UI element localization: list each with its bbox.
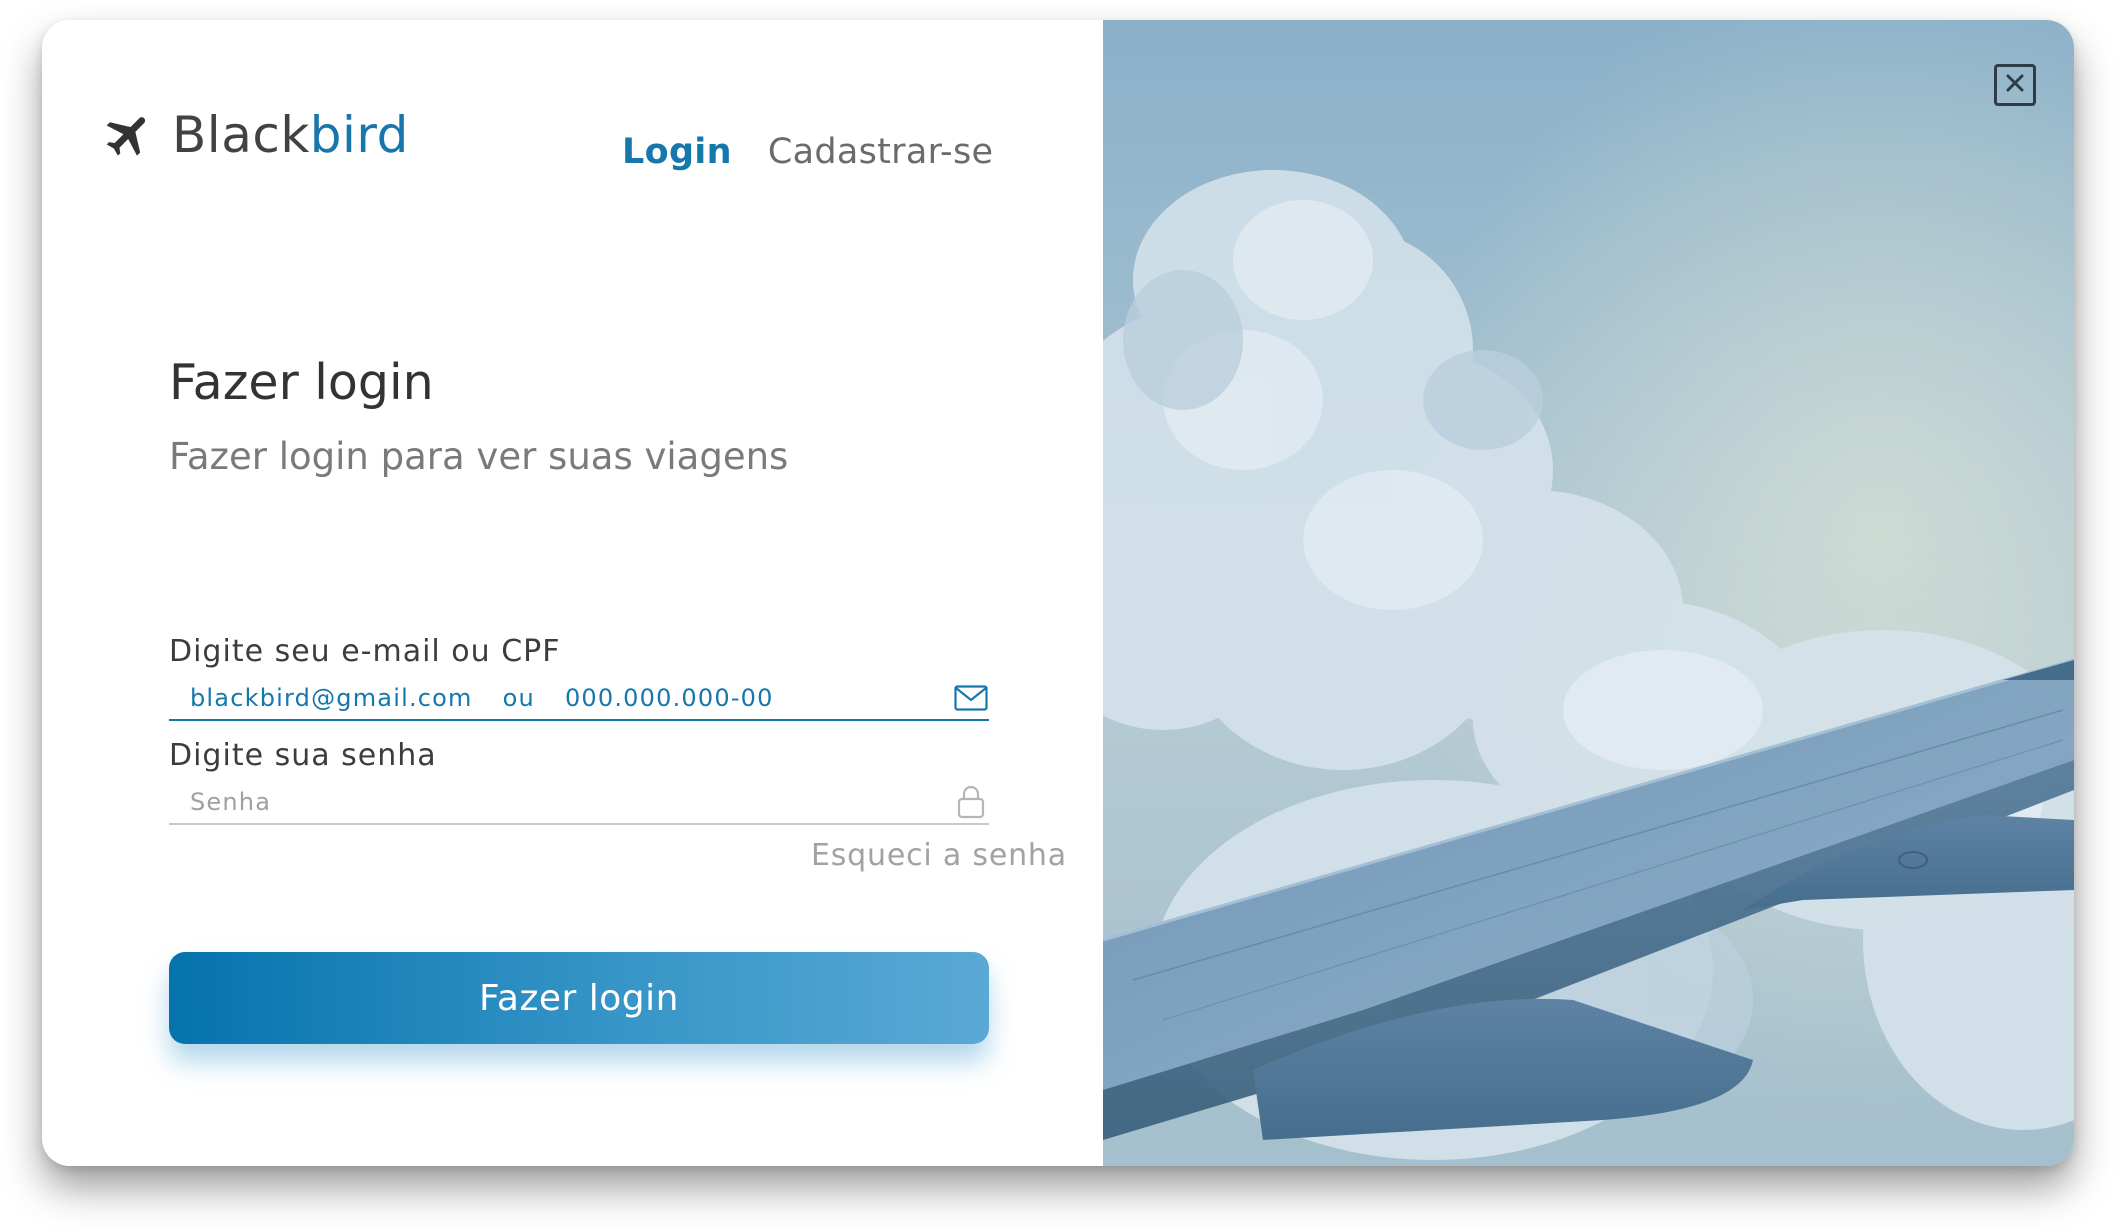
email-field-group: Digite seu e-mail ou CPF blackbird@gmail… — [169, 634, 989, 721]
close-icon — [2004, 72, 2026, 98]
email-input[interactable]: blackbird@gmail.com ou 000.000.000-00 — [190, 684, 953, 712]
tab-login[interactable]: Login — [622, 132, 732, 172]
lock-icon — [953, 784, 989, 820]
tab-signup[interactable]: Cadastrar-se — [768, 132, 994, 172]
login-submit-button[interactable]: Fazer login — [169, 952, 989, 1044]
password-input[interactable]: Senha — [190, 788, 953, 816]
mail-icon — [953, 680, 989, 716]
cpf-value: 000.000.000-00 — [564, 684, 774, 712]
email-field-label: Digite seu e-mail ou CPF — [169, 634, 561, 669]
hero-image-panel — [1103, 20, 2074, 1166]
close-button[interactable] — [1994, 64, 2036, 106]
email-field[interactable]: blackbird@gmail.com ou 000.000.000-00 — [169, 677, 989, 721]
brand-logo: Blackbird — [102, 106, 409, 164]
forgot-password-link[interactable]: Esqueci a senha — [811, 838, 1067, 873]
password-field[interactable]: Senha — [169, 781, 989, 825]
airplane-wing-image — [1103, 20, 2074, 1166]
airplane-icon — [102, 108, 156, 162]
email-value: blackbird@gmail.com — [190, 684, 473, 712]
brand-name-part2: bird — [309, 106, 409, 164]
brand-name: Blackbird — [172, 106, 409, 164]
password-field-label: Digite sua senha — [169, 738, 437, 773]
login-panel: Blackbird Login Cadastrar-se Fazer login… — [42, 20, 1103, 1166]
page-title: Fazer login — [169, 354, 434, 411]
brand-name-part1: Black — [172, 106, 310, 164]
email-or-separator: ou — [502, 684, 535, 712]
auth-tabs: Login Cadastrar-se — [622, 132, 993, 172]
page-subtitle: Fazer login para ver suas viagens — [169, 435, 789, 478]
login-modal: Blackbird Login Cadastrar-se Fazer login… — [42, 20, 2074, 1166]
password-field-group: Digite sua senha Senha — [169, 738, 989, 825]
